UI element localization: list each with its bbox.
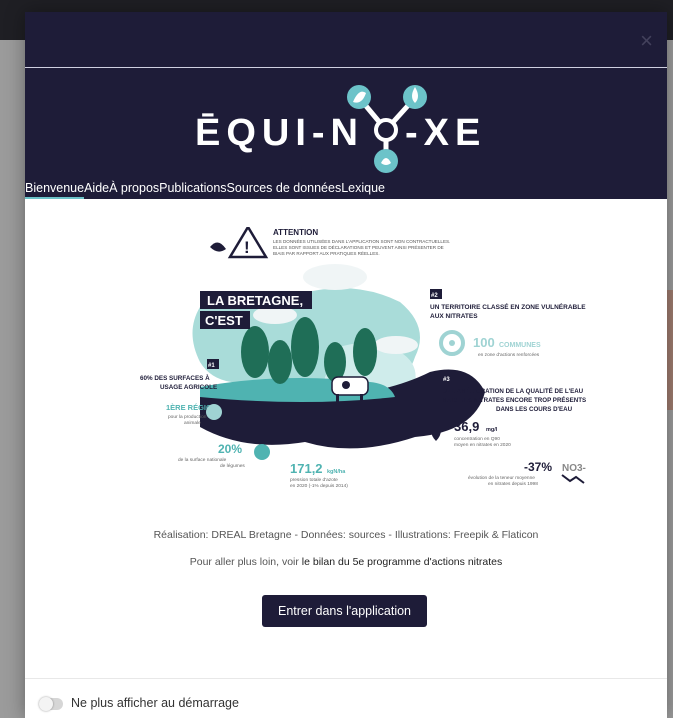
target-center-icon <box>449 340 455 346</box>
region-sub-1: pour la production <box>168 414 207 420</box>
tab-bienvenue[interactable]: Bienvenue <box>25 179 85 199</box>
warning-plant-icon <box>210 242 226 252</box>
bretagne-infographic: ! ATTENTION LES DONNÉES UTILISÉES DANS L… <box>140 227 586 489</box>
warning-line-1: LES DONNÉES UTILISÉES DANS L'APPLICATION… <box>273 238 450 244</box>
communes-label: COMMUNES <box>499 342 541 349</box>
cloud-shape <box>303 264 367 290</box>
nitrate-sub-1: concentration en Q90 <box>454 436 500 442</box>
toggle-knob <box>39 697 53 711</box>
fact3-line-3: DANS LES COURS D'EAU <box>496 406 573 413</box>
bilan-link[interactable]: le bilan du 5e programme d'actions nitra… <box>302 556 502 568</box>
fact1-line-1: 60% DES SURFACES À <box>140 373 210 382</box>
vegetable-icon <box>254 444 270 460</box>
veg-sub-1: de la surface nationale <box>178 457 227 463</box>
credits-text: Réalisation: DREAL Bretagne - Données: s… <box>153 529 539 541</box>
azote-sub-2: en 2020 (-1% depuis 2014) <box>290 483 348 489</box>
dialog-body: ! ATTENTION LES DONNÉES UTILISÉES DANS L… <box>25 199 667 679</box>
dialog-header: × ĒQUI-N -XE Bienvenue Aide À propos Pub… <box>25 12 667 199</box>
azote-sub-1: pression totale d'azote <box>290 477 338 483</box>
fact2-line-2: AUX NITRATES <box>430 313 478 320</box>
cloud-shape <box>374 336 418 354</box>
communes-value: 100 <box>473 335 495 350</box>
app-logo: ĒQUI-N -XE <box>195 85 486 173</box>
dialog-footer: Ne plus afficher au démarrage <box>25 678 667 718</box>
molecule-center-icon <box>374 118 398 142</box>
nitrate-sub-2: moyen en nitrates en 2020 <box>454 442 511 448</box>
warning-exclamation: ! <box>244 238 250 257</box>
dialog-tabs: Bienvenue Aide À propos Publications Sou… <box>25 179 385 199</box>
tab-publications[interactable]: Publications <box>159 179 226 199</box>
region-sub-2: animale <box>184 420 201 426</box>
fact1-line-2: USAGE AGRICOLE <box>160 384 217 391</box>
logo-text-right: -XE <box>405 112 486 154</box>
logo-text-left: ĒQUI-N <box>195 112 364 154</box>
fact3-line-1: UNE AMÉLIORATION DE LA QUALITÉ DE L'EAU <box>442 387 584 395</box>
fact2-line-1: UN TERRITOIRE CLASSÉ EN ZONE VULNÉRABLE <box>430 302 586 311</box>
close-icon[interactable]: × <box>640 30 653 52</box>
fact1-number: #1 <box>208 363 215 369</box>
pig-icon <box>206 404 222 420</box>
tab-aide[interactable]: Aide <box>84 179 109 199</box>
infographic-title-2: C'EST <box>205 313 243 328</box>
fact2-number: #2 <box>431 293 438 299</box>
trend-value: -37% <box>524 460 552 474</box>
more-info-prefix: Pour aller plus loin, voir <box>189 556 302 568</box>
communes-sub: en zone d'actions renforcées <box>478 352 540 358</box>
enter-app-button[interactable]: Entrer dans l'application <box>262 595 427 627</box>
azote-unit: kgN/ha <box>327 469 346 475</box>
hide-on-startup-label: Ne plus afficher au démarrage <box>71 696 239 710</box>
nitrate-unit: mg/l <box>486 427 498 433</box>
header-divider <box>25 67 667 68</box>
veg-value: 20% <box>218 442 242 456</box>
no3-label: NO3- <box>562 463 586 474</box>
warning-line-3: BIAIS PAR RAPPORT AUX PRATIQUES RÉELLES. <box>273 250 380 256</box>
tab-a-propos[interactable]: À propos <box>109 179 159 199</box>
veg-sub-2: de légumes <box>220 463 245 469</box>
trend-down-icon <box>561 474 585 484</box>
warning-title: ATTENTION <box>273 228 318 237</box>
hide-on-startup-toggle[interactable] <box>39 697 63 711</box>
welcome-dialog: × ĒQUI-N -XE Bienvenue Aide À propos Pub… <box>25 12 667 718</box>
fact3-number: #3 <box>443 377 450 383</box>
fact3-line-2: MAIS DES NITRATES ENCORE TROP PRÉSENTS <box>442 396 586 404</box>
tab-lexique[interactable]: Lexique <box>341 179 385 199</box>
infographic-title-1: LA BRETAGNE, <box>207 293 303 308</box>
trend-sub-2: en nitrates depuis 1998 <box>488 481 538 487</box>
nitrate-value: 36,9 <box>454 419 479 434</box>
tab-sources-de-donnees[interactable]: Sources de données <box>227 179 342 199</box>
warning-line-2: ELLES SONT ISSUES DE DÉCLARATIONS ET PEU… <box>273 244 444 250</box>
warning-block: ! ATTENTION LES DONNÉES UTILISÉES DANS L… <box>210 227 450 259</box>
more-info-text: Pour aller plus loin, voir le bilan du 5… <box>25 556 667 568</box>
azote-value: 171,2 <box>290 461 323 476</box>
trend-sub-1: évolution de la teneur moyenne <box>468 475 535 481</box>
